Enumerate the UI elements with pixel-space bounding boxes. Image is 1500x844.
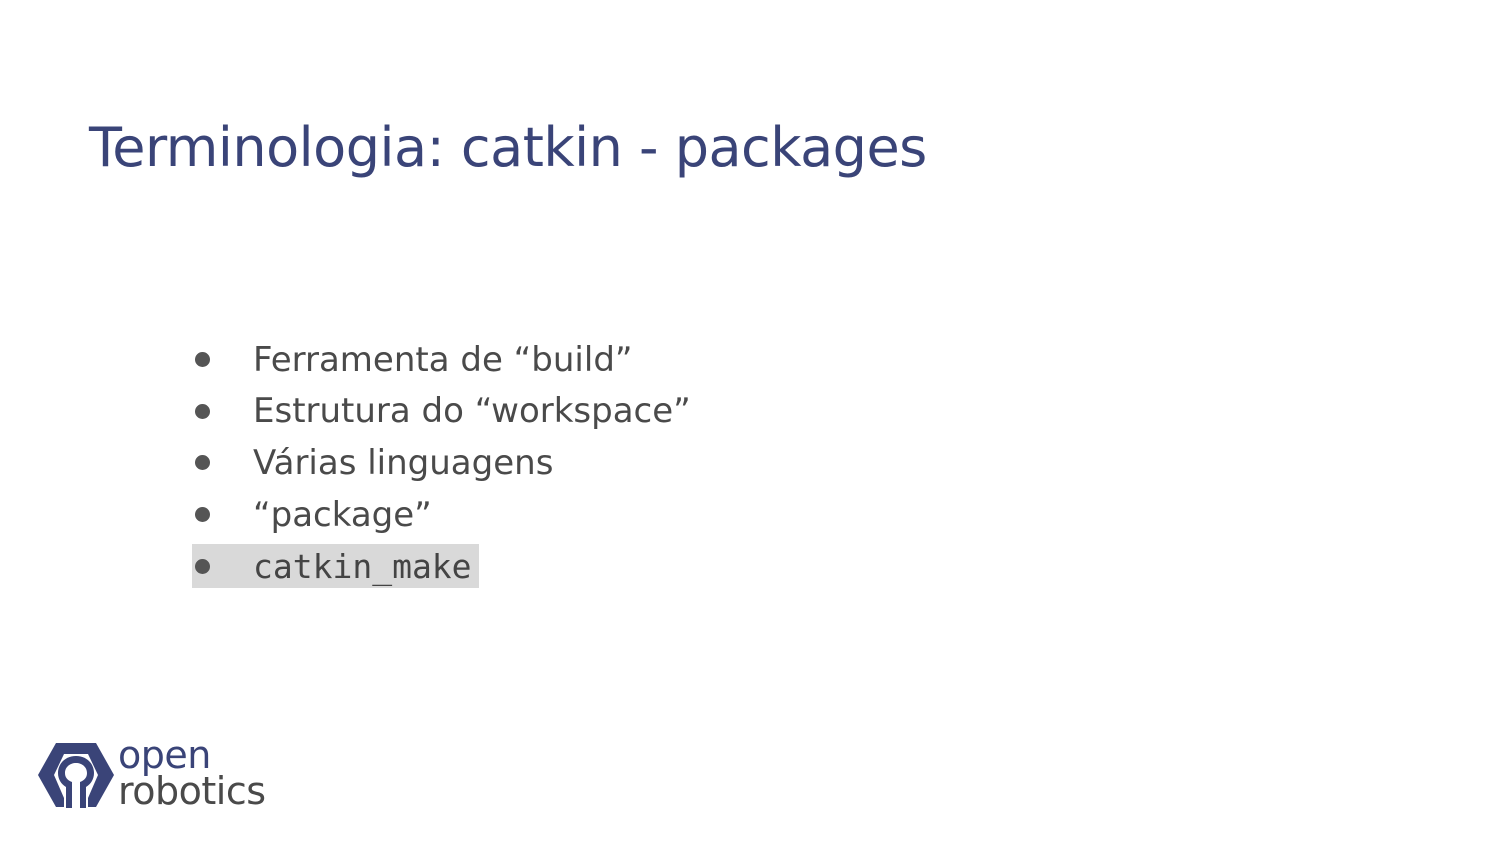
list-item: Ferramenta de “build”	[192, 334, 691, 386]
bullet-icon	[195, 352, 210, 368]
bullet-icon	[195, 507, 210, 523]
bullet-text: Várias linguagens	[253, 442, 554, 483]
open-robotics-logo-mark-icon	[38, 743, 114, 808]
bullet-icon	[195, 403, 210, 419]
list-item: “package”	[192, 489, 691, 541]
open-robotics-logo: open robotics	[38, 736, 278, 813]
bullet-text: “package”	[253, 494, 432, 535]
bullet-icon	[195, 558, 210, 574]
bullet-icon	[195, 455, 210, 471]
bullet-text: Ferramenta de “build”	[253, 339, 633, 380]
list-item-code-highlighted: catkin_make	[192, 544, 479, 589]
slide: Terminologia: catkin - packages Ferramen…	[0, 0, 1500, 844]
bullet-text-code: catkin_make	[253, 546, 472, 586]
logo-text-robotics: robotics	[118, 769, 266, 813]
bullet-list: Ferramenta de “build” Estrutura do “work…	[192, 334, 691, 589]
slide-title: Terminologia: catkin - packages	[89, 116, 927, 179]
list-item: Várias linguagens	[192, 437, 691, 489]
bullet-text: Estrutura do “workspace”	[253, 391, 691, 432]
list-item: Estrutura do “workspace”	[192, 386, 691, 438]
